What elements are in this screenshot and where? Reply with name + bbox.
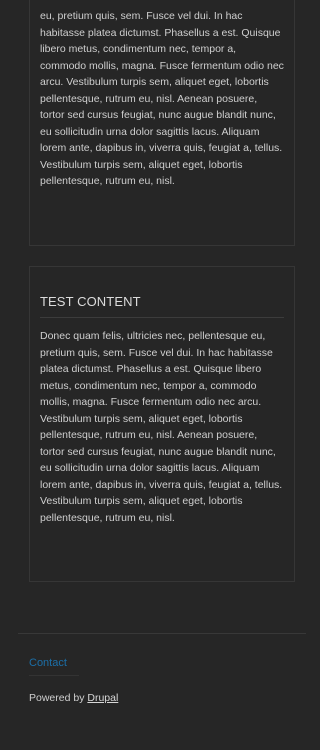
drupal-link[interactable]: Drupal: [87, 692, 118, 704]
block-body-text: Donec quam felis, ultricies nec, pellent…: [40, 330, 283, 524]
block-title: TEST CONTENT: [40, 293, 284, 318]
powered-by-text: Powered by Drupal: [29, 691, 118, 705]
powered-by-prefix: Powered by: [29, 692, 85, 704]
contact-link[interactable]: Contact: [29, 656, 79, 676]
block-body-text: eu, pretium quis, sem. Fusce vel dui. In…: [40, 10, 284, 187]
content-block-test: TEST CONTENT Donec quam felis, ultricies…: [29, 266, 295, 582]
content-block-top: eu, pretium quis, sem. Fusce vel dui. In…: [29, 0, 295, 246]
footer-divider: [18, 633, 306, 634]
